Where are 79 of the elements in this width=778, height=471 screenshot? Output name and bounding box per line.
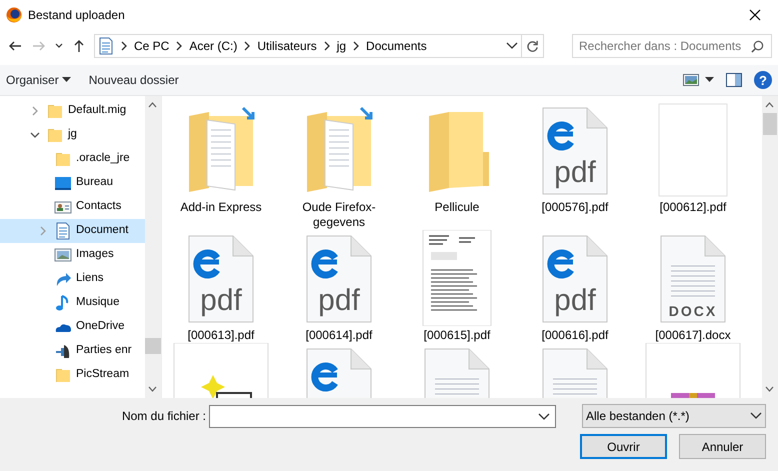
new-folder-button[interactable]: Nouveau dossier [88,71,179,89]
browser-logo-icon [6,7,22,23]
search-field[interactable]: Rechercher dans : Documents [572,34,772,58]
view-menu[interactable] [683,74,714,86]
folder-icon [54,150,72,168]
sidebar-item[interactable]: .oracle_jre [0,147,145,171]
open-button[interactable]: Ouvrir [580,434,667,459]
chevron-right-icon [120,41,128,51]
folder-icon [54,366,72,384]
chevron-icon[interactable] [30,130,40,140]
file-item[interactable]: Oude Firefox-gegevens [280,102,398,230]
caret-icon [705,77,714,83]
sidebar-item[interactable]: Images [0,243,145,267]
desktop-icon [54,174,72,192]
file-type-label: pdf [318,284,360,317]
scroll-down-icon[interactable] [148,386,157,392]
file-type-label: DOCX [668,303,718,319]
scrollbar[interactable] [762,96,778,398]
chevron-right-icon [175,41,184,51]
file-item[interactable]: [000615].pdf [398,230,516,343]
sidebar-item[interactable]: Bureau [0,171,145,195]
cancel-button[interactable]: Annuler [679,434,766,459]
chevron-down-icon[interactable] [538,412,550,420]
file-type-label: pdf [200,284,242,317]
chevron-right-icon [352,41,360,51]
pane-icon [726,73,742,87]
sidebar-item[interactable]: jg [0,123,145,147]
address-bar[interactable]: Ce PC Acer (C:) Utilisateurs jg Documents [94,34,544,58]
scroll-down-icon[interactable] [765,386,774,392]
picture-icon [683,74,699,86]
breadcrumb-item[interactable]: Acer (C:) [186,37,240,55]
file-item[interactable]: pdf [000614].pdf [280,230,398,343]
caret-icon [62,77,71,83]
chevron-right-icon [243,41,252,51]
file-item[interactable]: Pellicule [398,102,516,230]
scroll-thumb[interactable] [145,338,161,354]
file-item[interactable]: pdf [000613].pdf [162,230,280,343]
scroll-up-icon[interactable] [765,102,774,108]
chevron-down-icon [750,412,762,420]
sidebar-item[interactable]: Liens [0,267,145,291]
document-icon [54,222,72,240]
sidebar-item[interactable]: Default.mig [0,99,145,123]
preview-pane-button[interactable] [726,73,742,87]
search-icon [751,40,764,53]
breadcrumb-item[interactable]: Ce PC [131,37,172,55]
scroll-up-icon[interactable] [148,102,157,108]
folder-icon [46,102,64,120]
refresh-icon [526,40,539,52]
folder-icon [46,126,64,144]
help-button[interactable]: ? [754,71,772,89]
file-item[interactable]: pdf [000576].pdf [516,102,634,230]
breadcrumb-item[interactable]: Documents [363,37,430,55]
filename-combobox[interactable] [209,404,556,428]
sidebar-item[interactable]: OneDrive [0,315,145,339]
file-type-label: pdf [554,284,596,317]
organize-menu[interactable]: Organiser [6,71,71,89]
file-item[interactable]: pdf [000616].pdf [516,230,634,343]
document-icon [98,37,114,55]
close-icon [749,9,761,21]
file-item[interactable]: [000612].pdf [634,102,752,230]
sidebar-item[interactable]: Contacts [0,195,145,219]
filename-label: Nom du fichier : [120,408,206,425]
chevron-down-icon[interactable] [506,42,518,50]
file-type-dropdown[interactable]: Alle bestanden (*.*) [582,404,766,428]
scrollbar[interactable] [145,96,161,398]
picture-icon [54,246,72,264]
sidebar-item[interactable]: Musique [0,291,145,315]
window-title: Bestand uploaden [28,7,125,24]
breadcrumb-item[interactable]: Utilisateurs [254,37,320,55]
sidebar-item[interactable]: Document [0,219,145,243]
file-item[interactable]: DOCX [000617].docx [634,230,752,343]
arrow-icon [54,270,72,288]
file-item[interactable]: Add-in Express [162,102,280,230]
chevron-right-icon [322,41,331,51]
scroll-thumb[interactable] [763,113,777,135]
sidebar-item[interactable]: PicStream [0,363,145,387]
sidebar-item[interactable]: Parties enr [0,339,145,363]
breadcrumb-item[interactable]: jg [334,37,350,55]
file-type-label: pdf [554,156,596,189]
